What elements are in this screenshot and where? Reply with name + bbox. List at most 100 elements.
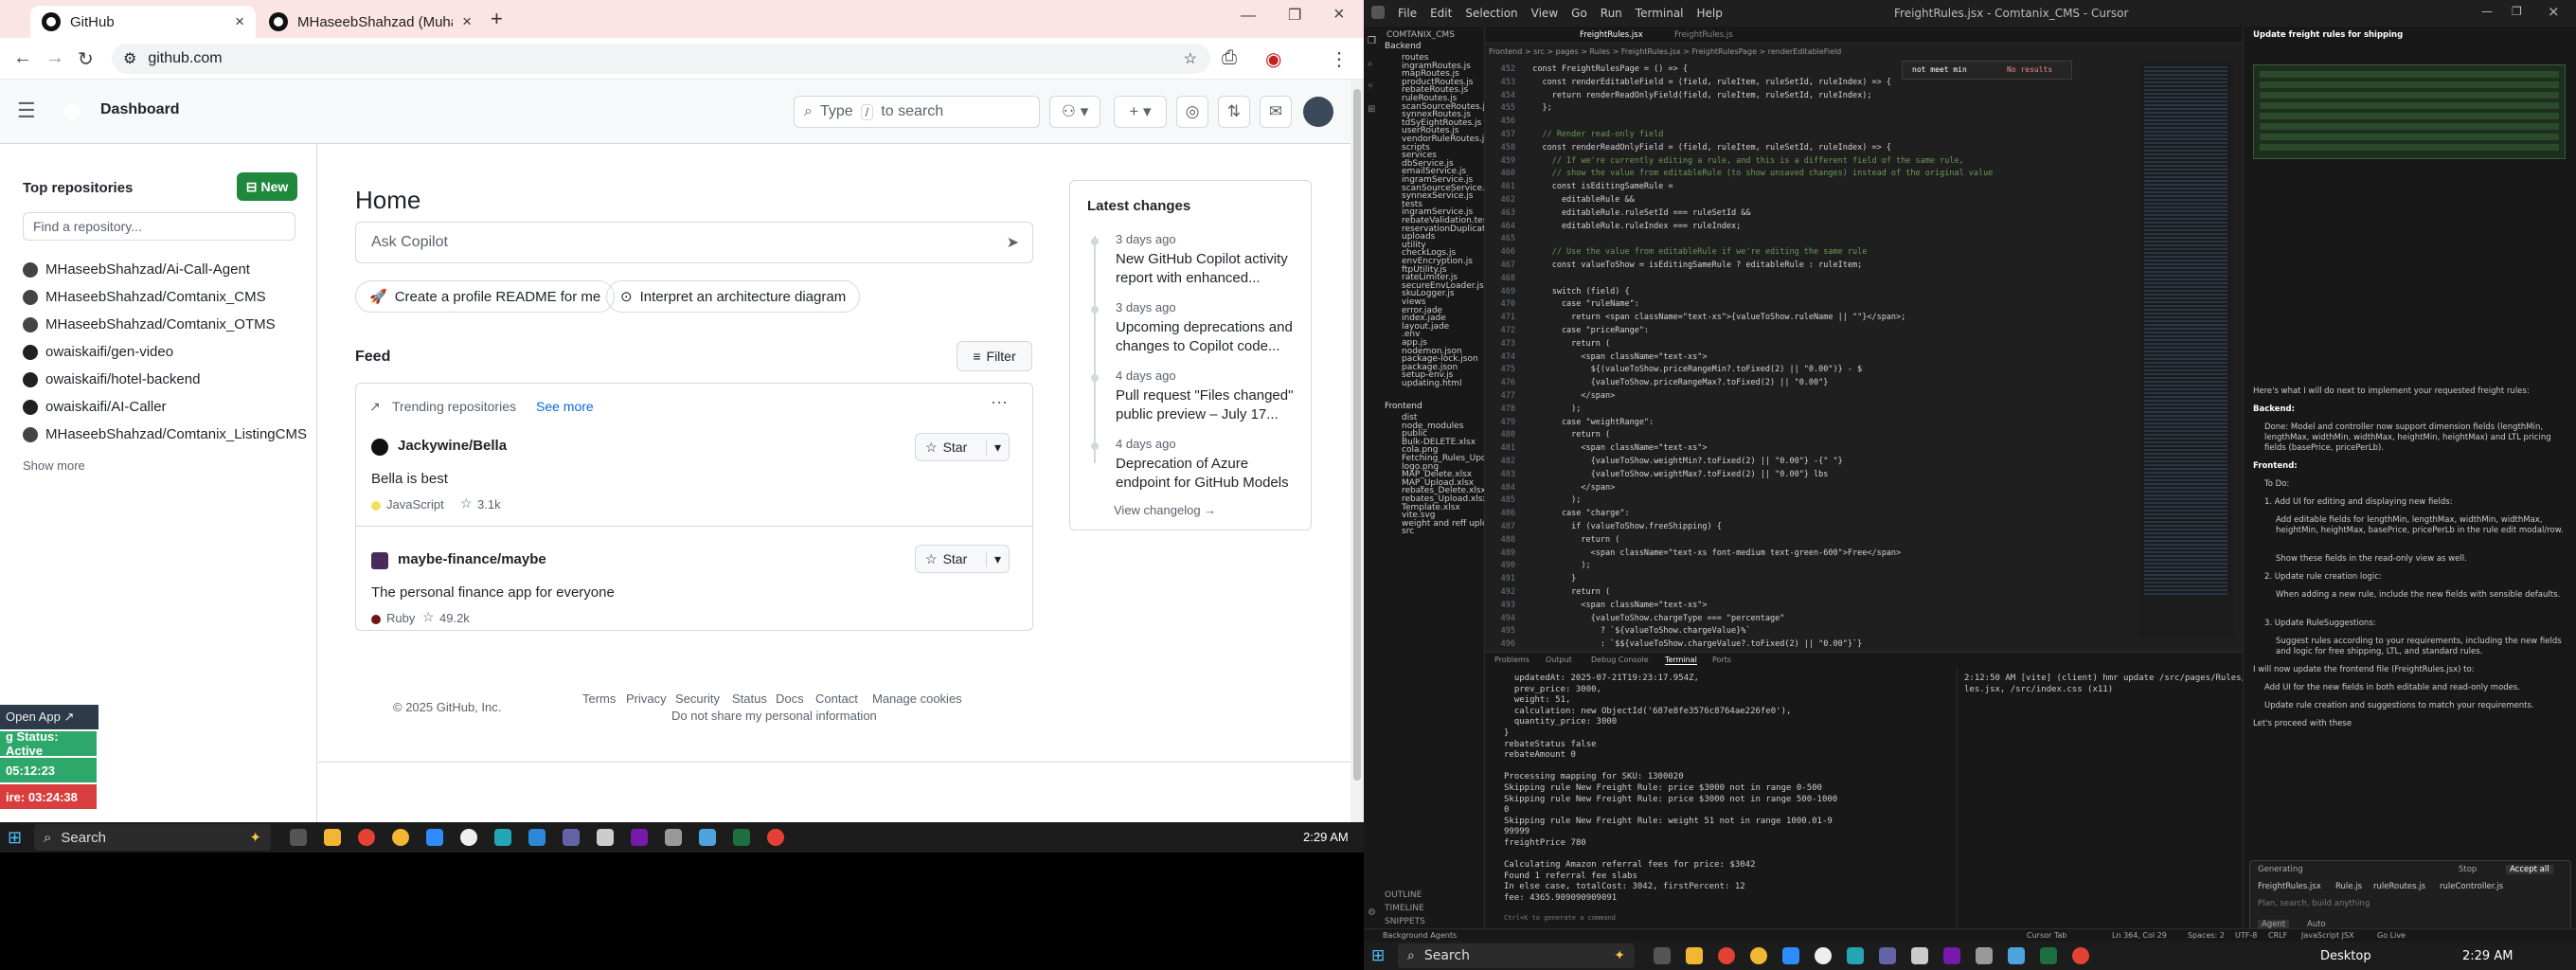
star-count[interactable]: 3.1k	[477, 497, 501, 512]
cursor-icon[interactable]	[597, 829, 614, 846]
chat-input-placeholder[interactable]: Plan, search, build anything	[2258, 899, 2370, 908]
footer-link-dnsmpi[interactable]: Do not share my personal information	[671, 709, 877, 723]
menu-help[interactable]: Help	[1697, 7, 1723, 20]
code-editor[interactable]: FreightRules.jsx FreightRules.js Fronten…	[1485, 27, 2243, 652]
tab-profile[interactable]: MHaseebShahzad (Muhammad ×	[258, 6, 483, 38]
ask-copilot-input[interactable]: Ask Copilot ➤	[355, 222, 1033, 263]
code-line[interactable]: return <span className="text-xs">{valueT…	[1523, 313, 1905, 322]
sidebar-repo-item[interactable]: MHaseebShahzad/Comtanix_CMS	[23, 289, 266, 305]
editor-tab-active[interactable]: FreightRules.jsx	[1580, 30, 1643, 40]
timeline-section[interactable]: TIMELINE	[1385, 904, 1424, 913]
status-cursor-tab[interactable]: Cursor Tab	[2027, 931, 2066, 940]
code-line[interactable]: // If we're currently editing a rule, an…	[1523, 156, 1964, 166]
code-line[interactable]: </span>	[1523, 391, 1615, 401]
accept-all-button[interactable]: Accept all	[2506, 865, 2553, 874]
star-button[interactable]: ☆ Star ▾	[915, 545, 1010, 573]
new-tab-button[interactable]: +	[491, 7, 503, 31]
pull-requests-button[interactable]: ⇅	[1218, 96, 1250, 128]
app-icon[interactable]	[494, 829, 511, 846]
issues-button[interactable]: ◎	[1176, 96, 1208, 128]
code-line[interactable]: );	[1523, 561, 1590, 570]
taskbar-search[interactable]: ⌕ Search ✦	[34, 824, 271, 851]
footer-link-security[interactable]: Security	[675, 692, 720, 706]
breadcrumb[interactable]: Frontend > src > pages > Rules > Freight…	[1489, 47, 1841, 56]
changelog-link[interactable]: Deprecation of Azure endpoint for GitHub…	[1116, 455, 1301, 493]
status-language[interactable]: JavaScript JSX	[2301, 931, 2354, 940]
menu-view[interactable]: View	[1531, 7, 1558, 20]
menu-selection[interactable]: Selection	[1465, 7, 1517, 20]
file-explorer-icon[interactable]	[324, 829, 341, 846]
repo-link[interactable]: MHaseebShahzad/Comtanix_OTMS	[45, 316, 276, 332]
code-line[interactable]: return (	[1523, 339, 1610, 349]
notifications-button[interactable]: ✉	[1260, 96, 1292, 128]
explorer-file-item[interactable]: updating.html	[1402, 379, 1461, 388]
folder-backend[interactable]: Backend	[1385, 42, 1421, 51]
status-go-live[interactable]: Go Live	[2377, 931, 2406, 940]
sidebar-repo-item[interactable]: MHaseebShahzad/Comtanix_OTMS	[23, 316, 276, 332]
chrome-icon[interactable]	[767, 829, 784, 846]
tab-ports[interactable]: Ports	[1712, 656, 1731, 664]
forward-icon[interactable]: →	[45, 47, 64, 69]
explorer-icon[interactable]: ❐	[1368, 36, 1376, 46]
code-line[interactable]: // Use the value from editableRule if we…	[1523, 247, 1868, 257]
code-line[interactable]: <span className="text-xs font-medium tex…	[1523, 548, 1902, 558]
footer-link-docs[interactable]: Docs	[776, 692, 804, 706]
context-file-chip[interactable]: ruleRoutes.js	[2373, 882, 2425, 891]
task-view-icon[interactable]	[1654, 947, 1671, 964]
find-repository-input[interactable]: Find a repository...	[23, 212, 295, 241]
code-line[interactable]: const FreightRulesPage = () => {	[1523, 64, 1688, 74]
install-app-icon[interactable]: ⎙	[1222, 47, 1237, 69]
code-line[interactable]: const valueToShow = isEditingSameRule ? …	[1523, 260, 1863, 270]
chrome-menu-icon[interactable]: ⋮	[1330, 47, 1349, 71]
clock[interactable]: 2:29 AM	[1303, 830, 1349, 844]
open-app-button[interactable]: Open App ↗	[0, 705, 98, 729]
teams-icon[interactable]	[563, 829, 580, 846]
app-icon[interactable]	[1815, 947, 1832, 964]
context-file-chip[interactable]: Rule.js	[2335, 882, 2362, 891]
footer-link-status[interactable]: Status	[732, 692, 767, 706]
search-icon[interactable]: ⌕	[1368, 59, 1373, 69]
repo-link[interactable]: owaiskaifi/AI-Caller	[45, 399, 167, 415]
editor-tab[interactable]: FreightRules.js	[1674, 30, 1733, 40]
changelog-item[interactable]: 4 days ago Deprecation of Azure endpoint …	[1116, 437, 1301, 493]
repo-link[interactable]: MHaseebShahzad/Comtanix_CMS	[45, 289, 266, 305]
changelog-item[interactable]: 3 days ago New GitHub Copilot activity re…	[1116, 232, 1301, 288]
changelog-link[interactable]: Pull request "Files changed" public prev…	[1116, 386, 1301, 424]
settings-gear-icon[interactable]: ⚙	[1368, 907, 1376, 918]
close-window-icon[interactable]: ×	[2548, 3, 2560, 20]
status-eol[interactable]: CRLF	[2268, 931, 2287, 940]
profile-icon[interactable]: ◉	[1265, 47, 1281, 71]
show-more-link[interactable]: Show more	[23, 458, 85, 473]
menu-file[interactable]: File	[1398, 7, 1417, 20]
code-line[interactable]: );	[1523, 404, 1581, 414]
app-icon[interactable]	[460, 829, 477, 846]
chat-input-box[interactable]: Generating Stop Accept all FreightRules.…	[2249, 860, 2571, 936]
sidebar-repo-item[interactable]: MHaseebShahzad/Comtanix_ListingCMS	[23, 426, 307, 442]
outline-section[interactable]: OUTLINE	[1385, 890, 1422, 900]
suggestion-chip[interactable]: 🚀 Create a profile README for me	[355, 280, 616, 313]
minimize-icon[interactable]: —	[2481, 5, 2493, 18]
app-icon[interactable]	[699, 829, 716, 846]
tab-output[interactable]: Output	[1546, 656, 1572, 664]
tab-problems[interactable]: Problems	[1494, 656, 1530, 664]
chrome-icon[interactable]	[358, 829, 375, 846]
zoom-icon[interactable]	[1782, 947, 1799, 964]
desktop-toolbar[interactable]: Desktop	[2320, 949, 2371, 963]
context-file-chip[interactable]: ruleController.js	[2440, 882, 2503, 891]
changelog-link[interactable]: Upcoming deprecations and changes to Cop…	[1116, 318, 1301, 356]
back-icon[interactable]: ←	[13, 47, 32, 69]
code-line[interactable]: editableRule &&	[1523, 195, 1635, 205]
onenote-icon[interactable]	[1943, 947, 1960, 964]
code-line[interactable]: <span className="text-xs">	[1523, 352, 1707, 362]
sidebar-repo-item[interactable]: owaiskaifi/gen-video	[23, 344, 173, 360]
minimize-icon[interactable]: —	[1241, 8, 1256, 25]
excel-icon[interactable]	[733, 829, 750, 846]
code-line[interactable]: const isEditingSameRule =	[1523, 182, 1673, 191]
sidebar-repo-item[interactable]: owaiskaifi/AI-Caller	[23, 399, 167, 415]
code-line[interactable]: case "weightRange":	[1523, 418, 1654, 427]
code-line[interactable]: case "charge":	[1523, 509, 1630, 518]
code-line[interactable]: );	[1523, 495, 1581, 505]
close-tab-icon[interactable]: ×	[235, 12, 244, 31]
source-control-icon[interactable]: ⑂	[1368, 81, 1373, 92]
changelog-item[interactable]: 4 days ago Pull request "Files changed" p…	[1116, 368, 1301, 424]
